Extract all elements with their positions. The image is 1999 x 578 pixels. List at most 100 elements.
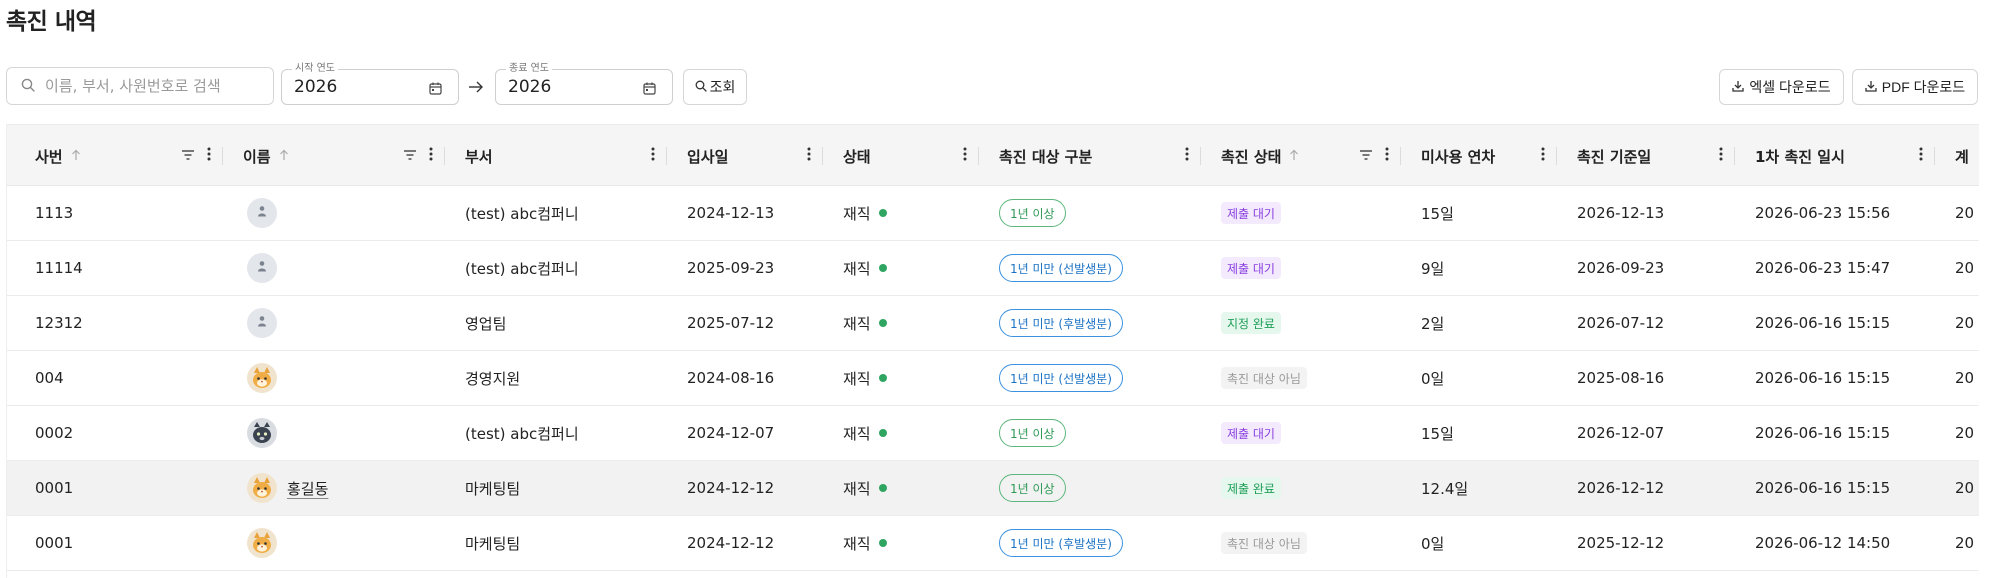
status-dot xyxy=(878,484,887,492)
column-header-name[interactable]: 이름 xyxy=(223,125,445,187)
column-header-label: 이름 xyxy=(243,147,271,166)
cell-name xyxy=(223,351,445,405)
calendar-icon[interactable] xyxy=(643,80,656,99)
more-vertical-icon[interactable] xyxy=(651,147,655,165)
column-header-first-promo[interactable]: 1차 촉진 일시 xyxy=(1735,125,1935,187)
cell-text: 경영지원 xyxy=(465,369,521,388)
employee-name-link[interactable]: 홍길동 xyxy=(287,478,328,499)
sort-up-icon[interactable] xyxy=(279,147,289,165)
promotion-status-badge: 지정 완료 xyxy=(1221,312,1281,334)
cell-status: 재직 xyxy=(823,406,979,460)
promotion-status-badge: 제출 대기 xyxy=(1221,202,1281,224)
download-icon xyxy=(1865,79,1877,95)
column-header-target[interactable]: 촉진 대상 구분 xyxy=(979,125,1201,187)
cell-text: 20 xyxy=(1955,479,1975,497)
start-year-field[interactable]: 시작 연도 2026 xyxy=(281,62,459,105)
more-vertical-icon[interactable] xyxy=(207,147,211,165)
cell-text: 20 xyxy=(1955,369,1975,387)
column-tools xyxy=(1919,147,1923,165)
cell-target: 1년 이상 xyxy=(979,186,1201,240)
table-row[interactable]: 1113 (test) abc컴퍼니 2024-12-13 재직 1년 이상 제출 대기 1… xyxy=(7,186,1979,241)
filter-icon[interactable] xyxy=(1359,147,1373,165)
more-vertical-icon[interactable] xyxy=(963,147,967,165)
search-box[interactable] xyxy=(6,67,274,105)
column-header-emp-no[interactable]: 사번 xyxy=(7,125,223,187)
sort-up-icon[interactable] xyxy=(71,147,81,165)
end-year-field[interactable]: 종료 연도 2026 xyxy=(495,62,673,105)
search-input[interactable] xyxy=(45,77,270,95)
cell-first-promo: 2026-06-16 15:15 xyxy=(1735,351,1935,405)
promotion-status-badge: 제출 완료 xyxy=(1221,477,1281,499)
cell-text: 마케팅팀 xyxy=(465,479,521,498)
cell-dept: (test) abc컴퍼니 xyxy=(445,406,667,460)
cell-base-date: 2025-08-16 xyxy=(1557,351,1735,405)
cell-text: 2026-06-16 15:15 xyxy=(1755,369,1891,387)
avatar[interactable] xyxy=(247,363,277,393)
employment-status: 재직 xyxy=(843,314,871,333)
column-header-unused[interactable]: 미사용 연차 xyxy=(1401,125,1557,187)
table-row[interactable]: 0002 (test) abc컴퍼니 2024-12-07 재직 1년 이상 제출 대기 1… xyxy=(7,406,1979,461)
start-year-value: 2026 xyxy=(294,77,338,97)
column-tools xyxy=(1185,147,1189,165)
column-header-hire-date[interactable]: 입사일 xyxy=(667,125,823,187)
cell-text: 0001 xyxy=(35,534,74,552)
column-header-base-date[interactable]: 촉진 기준일 xyxy=(1557,125,1735,187)
sort-up-icon[interactable] xyxy=(1289,147,1299,165)
avatar[interactable] xyxy=(247,418,277,448)
more-vertical-icon[interactable] xyxy=(1185,147,1189,165)
column-header-label: 계 xyxy=(1955,147,1969,166)
avatar[interactable] xyxy=(247,253,277,283)
status-dot xyxy=(878,209,887,217)
avatar[interactable] xyxy=(247,198,277,228)
cell-next: 20 xyxy=(1935,241,1979,295)
cell-text: 12312 xyxy=(35,314,83,332)
query-button[interactable]: 조회 xyxy=(683,69,747,105)
more-vertical-icon[interactable] xyxy=(1719,147,1723,165)
table-row[interactable]: 11114 (test) abc컴퍼니 2025-09-23 재직 1년 미만 (선발생… xyxy=(7,241,1979,296)
more-vertical-icon[interactable] xyxy=(1919,147,1923,165)
cell-text: 2026-06-16 15:15 xyxy=(1755,314,1891,332)
more-vertical-icon[interactable] xyxy=(807,147,811,165)
table-row[interactable]: 0001 마케팅팀 2024-12-12 재직 1년 미만 (후발생분) 촉진 대상 아님… xyxy=(7,516,1979,571)
more-vertical-icon[interactable] xyxy=(429,147,433,165)
cell-text: 2024-12-13 xyxy=(687,204,775,222)
cell-promo-status: 제출 대기 xyxy=(1201,186,1401,240)
cell-unused: 2일 xyxy=(1401,296,1557,350)
cell-next: 20 xyxy=(1935,461,1979,515)
promotion-table: 사번 이름 부서 입사일 상태 촉진 대상 구분 촉진 상태 미사용 연차 촉진 기준일 1차 촉… xyxy=(6,124,1979,578)
end-year-label: 종료 연도 xyxy=(506,62,552,76)
cell-first-promo: 2026-06-16 15:15 xyxy=(1735,296,1935,350)
avatar[interactable] xyxy=(247,473,277,503)
excel-download-button[interactable]: 엑셀 다운로드 xyxy=(1719,69,1844,105)
user-icon xyxy=(255,314,269,332)
cell-target: 1년 이상 xyxy=(979,461,1201,515)
download-icon xyxy=(1732,79,1745,95)
table-row[interactable]: 12312 영업팀 2025-07-12 재직 1년 미만 (후발생분) 지정 완료 2일 2… xyxy=(7,296,1979,351)
filter-icon[interactable] xyxy=(403,147,417,165)
cell-text: 2025-09-23 xyxy=(687,259,775,277)
column-header-dept[interactable]: 부서 xyxy=(445,125,667,187)
cell-base-date: 2025-12-12 xyxy=(1557,516,1735,570)
avatar[interactable] xyxy=(247,528,277,558)
pdf-download-label: PDF 다운로드 xyxy=(1881,79,1966,95)
column-header-label: 촉진 대상 구분 xyxy=(999,147,1093,166)
more-vertical-icon[interactable] xyxy=(1385,147,1389,165)
calendar-icon[interactable] xyxy=(429,80,442,99)
table-row[interactable]: 0001 홍길동 마케팅팀 2024-12-12 재직 1년 이상 제출 완료 12.4일 20… xyxy=(7,461,1979,516)
column-header-next[interactable]: 계 xyxy=(1935,125,1979,187)
column-header-label: 촉진 상태 xyxy=(1221,147,1282,166)
avatar[interactable] xyxy=(247,308,277,338)
table-row[interactable]: 004 경영지원 2024-08-16 재직 1년 미만 (선발생분) 촉진 대상 아님 0… xyxy=(7,351,1979,406)
column-header-promo-status[interactable]: 촉진 상태 xyxy=(1201,125,1401,187)
column-header-status[interactable]: 상태 xyxy=(823,125,979,187)
cell-promo-status: 제출 완료 xyxy=(1201,461,1401,515)
cell-text: 20 xyxy=(1955,314,1975,332)
column-header-label: 1차 촉진 일시 xyxy=(1755,147,1845,166)
cell-text: 2024-12-12 xyxy=(687,479,775,497)
more-vertical-icon[interactable] xyxy=(1541,147,1545,165)
filter-icon[interactable] xyxy=(181,147,195,165)
pdf-download-button[interactable]: PDF 다운로드 xyxy=(1852,69,1978,105)
arrow-right-icon xyxy=(468,79,484,98)
cell-text: 2026-09-23 xyxy=(1577,259,1665,277)
status-dot xyxy=(878,374,887,382)
